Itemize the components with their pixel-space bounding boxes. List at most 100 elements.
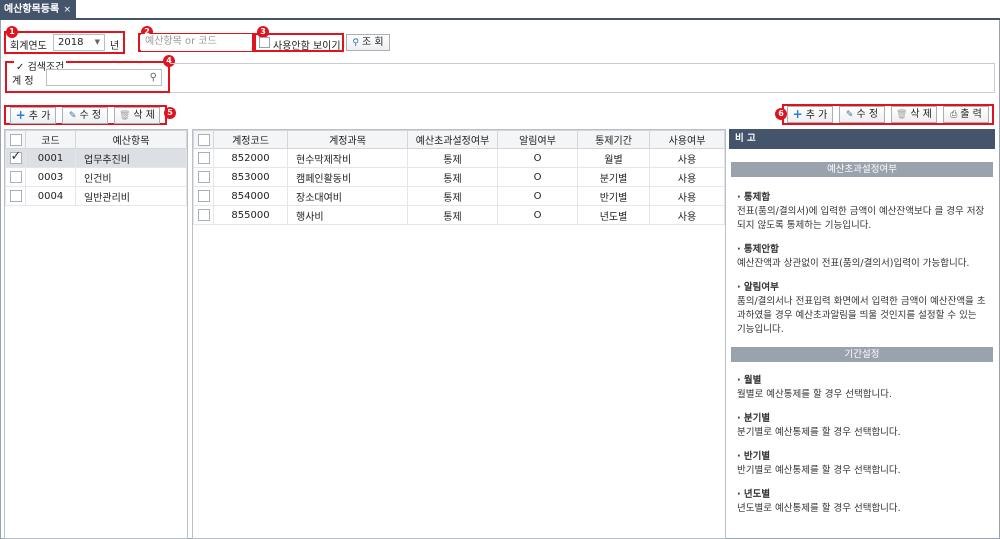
cell-use: 사용 xyxy=(649,148,725,168)
cell-account-name: 행사비 xyxy=(287,205,408,225)
row-checkbox[interactable] xyxy=(197,209,210,221)
cell-code: 0004 xyxy=(25,186,76,206)
cell-code: 0001 xyxy=(25,148,76,168)
cell-account-code: 854000 xyxy=(213,186,288,206)
section-period: 기간설정 xyxy=(731,347,993,362)
table-row[interactable]: 0004 일반관리비 xyxy=(5,186,187,206)
cell-use: 사용 xyxy=(649,186,725,206)
plus-icon: + xyxy=(15,108,26,122)
note-item: · 통제안함 예산잔액과 상관없이 전표(품의/결의서)입력이 가능합니다. xyxy=(729,243,995,271)
account-input[interactable]: ⚲ xyxy=(46,69,162,86)
header-over-budget[interactable]: 예산초과설정여부 xyxy=(407,130,498,149)
header-budget-item[interactable]: 예산항목 xyxy=(75,130,187,149)
tab-budget-item-register[interactable]: 예산항목등록 × xyxy=(0,0,76,20)
note-item-title: · 분기별 xyxy=(737,413,771,424)
marker-5: 5 xyxy=(164,107,176,119)
cell-name: 인건비 xyxy=(75,167,187,187)
table-row[interactable]: 853000 캠페인활동비 통제 O 분기별 사용 xyxy=(193,167,725,187)
cell-period: 분기별 xyxy=(577,167,650,187)
left-delete-button[interactable]: 🗑 삭 제 xyxy=(114,107,160,124)
header-alert[interactable]: 알림여부 xyxy=(497,130,578,149)
note-item: · 반기별 반기별로 예산통제를 할 경우 선택합니다. xyxy=(729,450,995,478)
cell-name: 일반관리비 xyxy=(75,186,187,206)
tab-title: 예산항목등록 xyxy=(4,4,60,15)
table-row[interactable]: 854000 장소대여비 통제 O 반기별 사용 xyxy=(193,186,725,206)
left-add-button[interactable]: + 추 가 xyxy=(10,107,56,124)
cell-alert: O xyxy=(497,205,578,225)
cell-name: 업무추진비 xyxy=(75,148,187,168)
note-item: · 분기별 분기별로 예산통제를 할 경우 선택합니다. xyxy=(729,412,995,440)
account-label: 계 정 xyxy=(12,76,34,87)
table-row[interactable]: 855000 행사비 통제 O 년도별 사용 xyxy=(193,205,725,225)
cell-use: 사용 xyxy=(649,205,725,225)
query-button[interactable]: ⚲ 조 회 xyxy=(346,34,390,51)
cell-over-budget: 통제 xyxy=(407,186,498,206)
cell-code: 0003 xyxy=(25,167,76,187)
show-unused-checkbox[interactable] xyxy=(259,37,270,48)
pencil-icon: ✎ xyxy=(68,111,77,121)
row-checkbox[interactable] xyxy=(9,149,22,164)
cell-alert: O xyxy=(497,167,578,187)
note-item: · 알림여부 품의/결의서나 전표입력 화면에서 입력한 금액이 예산잔액을 초… xyxy=(729,281,995,337)
query-label: 조 회 xyxy=(362,37,384,48)
row-checkbox[interactable] xyxy=(197,171,210,183)
trash-icon: 🗑 xyxy=(118,111,131,121)
row-checkbox[interactable] xyxy=(9,190,22,202)
header-control-period[interactable]: 통제기간 xyxy=(577,130,650,149)
left-delete-label: 삭 제 xyxy=(133,110,156,121)
header-in-use[interactable]: 사용여부 xyxy=(649,130,725,149)
row-checkbox[interactable] xyxy=(197,152,210,164)
note-item: · 통제함 전표(품의/결의서)에 입력한 금액이 예산잔액보다 클 경우 저장… xyxy=(729,191,995,233)
cell-over-budget: 통제 xyxy=(407,167,498,187)
cell-period: 반기별 xyxy=(577,186,650,206)
right-add-button[interactable]: + 추 가 xyxy=(787,106,833,123)
cell-account-code: 853000 xyxy=(213,167,288,187)
note-item-title: · 통제함 xyxy=(737,192,771,203)
note-item-title: · 알림여부 xyxy=(737,282,779,293)
budget-item-grid: 코드 예산항목 0001 업무추진비 0003 인건비 0004 일반관리비 xyxy=(4,129,188,539)
print-button[interactable]: ⎙ 출 력 xyxy=(943,106,989,123)
header-account-name[interactable]: 계정과목 xyxy=(287,130,408,149)
select-all-checkbox[interactable] xyxy=(9,133,22,146)
right-delete-button[interactable]: 🗑 삭 제 xyxy=(891,106,937,123)
header-code[interactable]: 코드 xyxy=(25,130,76,149)
left-edit-label: 수 정 xyxy=(79,110,102,121)
select-all-header[interactable] xyxy=(193,130,214,149)
cell-over-budget: 통제 xyxy=(407,148,498,168)
note-item: · 월별 월별로 예산통제를 할 경우 선택합니다. xyxy=(729,374,995,402)
left-edit-button[interactable]: ✎ 수 정 xyxy=(62,107,108,124)
select-all-header[interactable] xyxy=(5,130,26,149)
year-unit-label: 년 xyxy=(110,41,120,52)
trash-icon: 🗑 xyxy=(895,110,908,120)
header-account-code[interactable]: 계정코드 xyxy=(213,130,288,149)
table-row[interactable]: 0003 인건비 xyxy=(5,167,187,187)
pencil-icon: ✎ xyxy=(845,110,854,120)
table-row[interactable]: 0001 업무추진비 xyxy=(5,148,187,168)
chevron-down-icon: ▼ xyxy=(94,38,100,46)
cell-account-name: 캠페인활동비 xyxy=(287,167,408,187)
row-checkbox[interactable] xyxy=(9,171,22,183)
row-checkbox[interactable] xyxy=(197,190,210,202)
account-grid: 계정코드 계정과목 예산초과설정여부 알림여부 통제기간 사용여부 852000… xyxy=(192,129,726,539)
printer-icon: ⎙ xyxy=(950,110,958,120)
note-item-title: · 통제안함 xyxy=(737,244,779,255)
fiscal-year-select[interactable]: 2018 ▼ xyxy=(53,34,105,51)
note-item-text: 월별로 예산통제를 할 경우 선택합니다. xyxy=(737,389,892,400)
cell-account-code: 855000 xyxy=(213,205,288,225)
tab-bar: 예산항목등록 × xyxy=(0,0,1000,20)
note-item-title: · 월별 xyxy=(737,375,762,386)
right-edit-button[interactable]: ✎ 수 정 xyxy=(839,106,885,123)
note-item-text: 년도별로 예산통제를 할 경우 선택합니다. xyxy=(737,503,901,514)
print-label: 출 력 xyxy=(960,109,982,120)
select-all-checkbox[interactable] xyxy=(197,133,210,146)
table-row[interactable]: 852000 현수막제작비 통제 O 월별 사용 xyxy=(193,148,725,168)
close-icon[interactable]: × xyxy=(63,0,71,20)
search-icon[interactable]: ⚲ xyxy=(150,70,157,85)
search-icon: ⚲ xyxy=(352,38,359,48)
note-item-title: · 반기별 xyxy=(737,451,771,462)
left-add-label: 추 가 xyxy=(28,111,51,122)
marker-6: 6 xyxy=(775,108,787,120)
keyword-input[interactable]: 예산항목 or 코드 xyxy=(141,34,252,51)
right-edit-label: 수 정 xyxy=(856,109,879,120)
right-delete-label: 삭 제 xyxy=(910,109,933,120)
